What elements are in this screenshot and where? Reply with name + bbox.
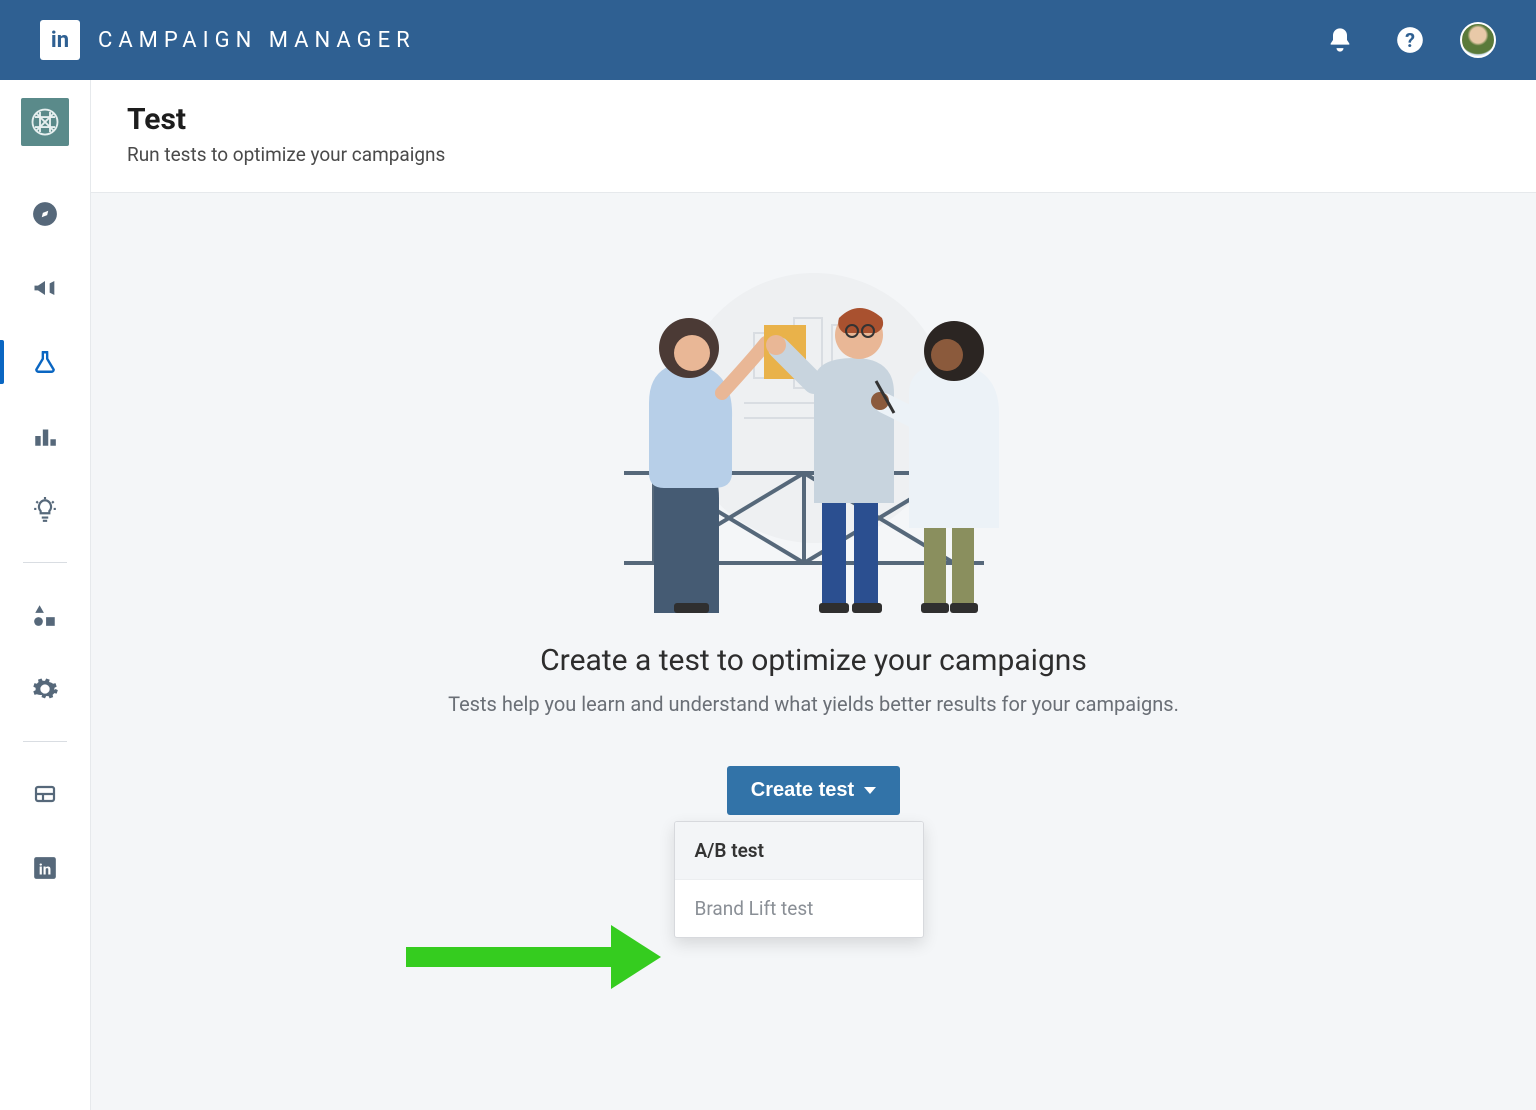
megaphone-icon: [31, 274, 59, 302]
lightbulb-icon: [32, 496, 58, 524]
empty-state-illustration: [554, 273, 1074, 613]
compass-icon: [32, 201, 58, 227]
sidebar: in: [0, 80, 90, 1110]
nav-insights[interactable]: [0, 478, 90, 542]
svg-text:?: ?: [1405, 29, 1415, 52]
caret-down-icon: [864, 787, 876, 794]
linkedin-logo[interactable]: in: [40, 20, 80, 60]
app-title: CAMPAIGN MANAGER: [98, 28, 416, 53]
dropdown-option-brand-lift[interactable]: Brand Lift test: [675, 880, 923, 937]
nav-divider: [23, 562, 67, 563]
svg-text:in: in: [39, 861, 52, 879]
nav-assets[interactable]: [0, 583, 90, 647]
annotation-arrow: [406, 923, 686, 983]
create-test-dropdown: A/B test Brand Lift test: [674, 821, 924, 938]
linkedin-icon: in: [32, 855, 58, 881]
nav-divider-2: [23, 741, 67, 742]
bar-chart-icon: [32, 423, 58, 449]
help-icon[interactable]: ?: [1390, 20, 1430, 60]
nav-advertise[interactable]: [0, 256, 90, 320]
gear-icon: [31, 675, 59, 703]
logo-text: in: [51, 28, 69, 53]
shapes-icon: [32, 602, 58, 628]
page-subtitle: Run tests to optimize your campaigns: [127, 143, 1500, 166]
top-bar: in CAMPAIGN MANAGER ?: [0, 0, 1536, 80]
nav-analyze[interactable]: [0, 404, 90, 468]
nav-business[interactable]: [0, 762, 90, 826]
empty-state-heading: Create a test to optimize your campaigns: [540, 643, 1087, 678]
page-header: Test Run tests to optimize your campaign…: [91, 80, 1536, 193]
nav-plan[interactable]: [0, 182, 90, 246]
bell-icon[interactable]: [1320, 20, 1360, 60]
dropdown-option-ab-test[interactable]: A/B test: [675, 822, 923, 880]
main-content: Test Run tests to optimize your campaign…: [90, 80, 1536, 1110]
page-title: Test: [127, 102, 1500, 137]
nav-linkedin[interactable]: in: [0, 836, 90, 900]
user-avatar[interactable]: [1460, 22, 1496, 58]
empty-state-subheading: Tests help you learn and understand what…: [448, 692, 1179, 716]
flask-icon: [32, 348, 58, 376]
create-test-button[interactable]: Create test: [727, 766, 900, 815]
content-body: Create a test to optimize your campaigns…: [91, 193, 1536, 1110]
create-test-label: Create test: [751, 779, 854, 802]
nav-settings[interactable]: [0, 657, 90, 721]
account-badge[interactable]: [21, 98, 69, 146]
business-icon: [32, 782, 58, 806]
nav-test[interactable]: [0, 330, 90, 394]
